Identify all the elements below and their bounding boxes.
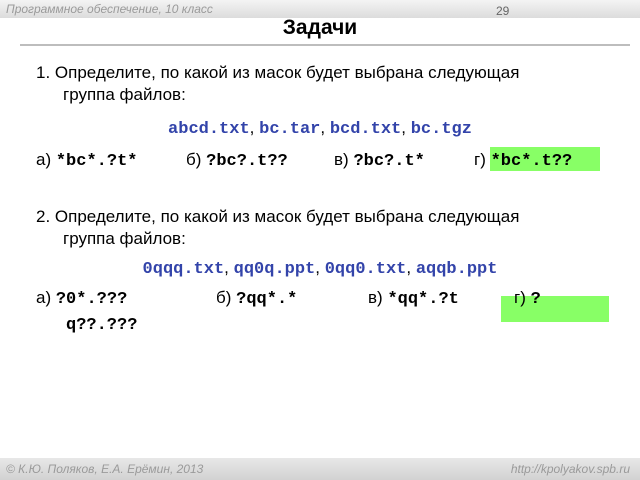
answer-mask: *bc*.t?? — [490, 152, 573, 171]
answer-mask: *bc*.?t* — [55, 152, 138, 171]
file-name: bc.tar — [259, 120, 321, 139]
answer-letter: б) — [186, 150, 202, 169]
task2-file-list: 0qqq.txt, qq0q.ppt, 0qq0.txt, aqqb.ppt — [0, 258, 640, 279]
footer-bar: © К.Ю. Поляков, Е.А. Ерёмин, 2013 http:/… — [0, 458, 640, 480]
answer-letter: г) — [474, 150, 486, 169]
answer-letter: в) — [368, 288, 383, 307]
answer-mask: ?bc?.t* — [353, 152, 425, 171]
answer-letter: г) — [514, 288, 526, 307]
answer-mask: ?0*.??? — [55, 290, 128, 309]
file-name: bcd.txt — [329, 120, 402, 139]
answer-mask: ? — [530, 290, 541, 309]
answer-option[interactable]: б) ?qq*.* — [216, 288, 297, 309]
file-name: aqqb.ppt — [415, 260, 498, 279]
answer-mask: *qq*.?t — [387, 290, 459, 309]
task1-question-line2: группа файлов: — [63, 85, 186, 104]
footer-authors: © К.Ю. Поляков, Е.А. Ерёмин, 2013 — [6, 462, 204, 476]
file-name: bc.tgz — [410, 120, 472, 139]
answer-mask: ?bc?.t?? — [206, 152, 288, 171]
task2-question-line1: 2. Определите, по какой из масок будет в… — [36, 207, 520, 226]
file-name: qq0q.ppt — [233, 260, 316, 279]
footer-url[interactable]: http://kpolyakov.spb.ru — [511, 462, 630, 476]
file-separator: , — [249, 118, 255, 137]
page-title: Задачи — [282, 16, 358, 39]
answer-option[interactable]: в) ?bc?.t* — [334, 150, 425, 171]
task1-file-list: abcd.txt, bc.tar, bcd.txt, bc.tgz — [0, 118, 640, 139]
answer-letter: а) — [36, 150, 52, 169]
answer-option[interactable]: в) *qq*.?t — [368, 288, 459, 309]
answer-option[interactable]: г) ? — [514, 288, 541, 309]
answer-letter: а) — [36, 288, 52, 307]
file-name: abcd.txt — [168, 120, 250, 139]
file-separator: , — [406, 258, 412, 277]
course-label: Программное обеспечение, 10 класс — [6, 2, 213, 16]
answer-option[interactable]: б) ?bc?.t?? — [186, 150, 288, 171]
task2-question-line2: группа файлов: — [63, 229, 186, 248]
title-divider — [20, 44, 630, 46]
answer-option[interactable]: а) ?0*.??? — [36, 288, 127, 309]
task2-question: 2. Определите, по какой из масок будет в… — [36, 206, 519, 250]
answer-option-correct[interactable]: г) *bc*.t?? — [474, 150, 572, 171]
file-name: 0qqq.txt — [142, 260, 225, 279]
answer-mask: q??.??? — [66, 316, 138, 335]
answer-letter: в) — [334, 150, 349, 169]
task1-question-line1: 1. Определите, по какой из масок будет в… — [36, 63, 520, 82]
answer-continuation: q??.??? — [66, 314, 137, 335]
answer-option[interactable]: а) *bc*.?t* — [36, 150, 137, 171]
file-name: 0qq0.txt — [324, 260, 407, 279]
file-separator: , — [315, 258, 320, 277]
file-separator: , — [401, 118, 406, 137]
file-separator: , — [224, 258, 229, 277]
task1-question: 1. Определите, по какой из масок будет в… — [36, 62, 519, 106]
answer-letter: б) — [216, 288, 232, 307]
file-separator: , — [320, 118, 326, 137]
answer-mask: ?qq*.* — [236, 290, 298, 309]
